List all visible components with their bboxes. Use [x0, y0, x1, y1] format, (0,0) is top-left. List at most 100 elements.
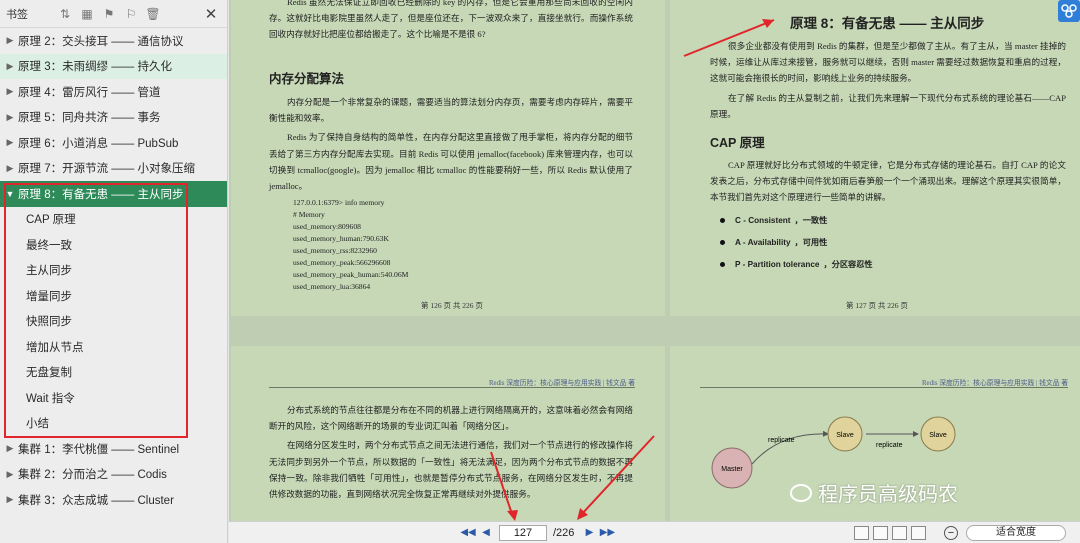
expand-arrow-icon[interactable]: ▶	[2, 494, 18, 505]
expand-arrow-icon[interactable]: ▶	[2, 443, 18, 454]
bookmark-item[interactable]: ▶ 集群 3：众志成城 —— Cluster	[0, 487, 227, 513]
next-page-icon[interactable]: ▶	[582, 526, 596, 540]
zoom-select[interactable]: 适合宽度	[966, 524, 1066, 541]
expand-arrow-icon[interactable]: ▶	[2, 86, 18, 97]
watermark-text: 程序员高级码农	[818, 484, 958, 506]
bookmark-item[interactable]: ▶ 原理 3：未雨绸缪 —— 持久化	[0, 53, 227, 79]
bookmark-subitem[interactable]: Wait 指令	[0, 385, 227, 411]
bookmark-subitem[interactable]: 无盘复制	[0, 360, 227, 386]
bookmark-item[interactable]: ▶ 集群 1：李代桃僵 —— Sentinel	[0, 436, 227, 462]
bookmark-subitem[interactable]: 最终一致	[0, 232, 227, 258]
delete-icon[interactable]: 🗑	[142, 5, 164, 23]
page-number-input[interactable]: 127	[499, 524, 547, 541]
paragraph: Redis 虽然无法保证立即回收已经删除的 key 的内存，但是它会重用那些尚未…	[269, 0, 633, 40]
expand-all-icon[interactable]: ⇅	[54, 5, 76, 23]
section-heading: 内存分配算法	[269, 72, 345, 86]
code-line: used_memory_peak:566296608	[293, 258, 391, 267]
bullet-value: ，可用性	[794, 238, 828, 247]
bullet-list: C - Consistent ，一致性 A - Availability ，可用性 …	[714, 209, 873, 275]
bookmark-item[interactable]: ▶ 集群 2：分而治之 —— Codis	[0, 462, 227, 488]
bookmark-item[interactable]: ▶ 原理 7：开源节流 —— 小对象压缩	[0, 156, 227, 182]
paragraph: Redis 为了保持自身结构的简单性，在内存分配这里直接做了甩手掌柜，将内存分配…	[269, 132, 633, 192]
bookmark-item[interactable]: ▶ 原理 4：雷厉风行 —— 管道	[0, 79, 227, 105]
paragraph: 在网络分区发生时，两个分布式节点之间无法进行通信，我们对一个节点进行的修改操作将…	[269, 440, 633, 500]
code-line: used_memory_rss:8232960	[293, 246, 377, 255]
expand-arrow-icon[interactable]: ▶	[2, 35, 18, 46]
bookmark-item[interactable]: ▶ 原理 2：交头接耳 —— 通信协议	[0, 28, 227, 54]
code-line: used_memory_peak_human:540.06M	[293, 270, 409, 279]
double-page-view-icon[interactable]	[873, 525, 888, 540]
bookmark-label: 原理 8：有备无患 —— 主从同步	[18, 188, 184, 201]
pdf-page-126: Redis 虽然无法保证立即回收已经删除的 key 的内存，但是它会重用那些尚未…	[231, 0, 665, 316]
bookmark-subitem[interactable]: 主从同步	[0, 258, 227, 284]
slave-label: Slave	[836, 432, 854, 439]
bookmark-sidebar: 书签 ⇅ ▦ ⚑ ⚐ 🗑 ✕ ▶ 原理 2：交头接耳 —— 通信协议 ▶ 原理 3：…	[0, 0, 228, 543]
bookmark-label: 原理 6：小道消息 —— PubSub	[18, 137, 179, 150]
code-line: used_memory:809608	[293, 222, 361, 231]
bookmark-label: 原理 3：未雨绸缪 —— 持久化	[18, 61, 172, 74]
expand-arrow-icon[interactable]: ▶	[2, 469, 18, 480]
bookmark-subitem[interactable]: 快照同步	[0, 309, 227, 335]
bullet-icon	[720, 217, 725, 223]
bullet-icon	[720, 239, 725, 245]
collapse-all-icon[interactable]: ▦	[76, 5, 98, 23]
continuous-view-icon[interactable]	[892, 525, 907, 540]
first-page-icon[interactable]: ◀◀	[460, 526, 475, 540]
header-rule	[269, 387, 635, 388]
paragraph: 分布式系统的节点往往都是分布在不同的机器上进行网络隔离开的，这意味着必然会有网络…	[269, 405, 633, 432]
bookmark-list: ▶ 原理 2：交头接耳 —— 通信协议 ▶ 原理 3：未雨绸缪 —— 持久化 ▶ 原理…	[0, 28, 227, 513]
expand-arrow-icon[interactable]: ▶	[2, 61, 18, 72]
bookmark-label: 集群 3：众志成城 —— Cluster	[18, 494, 174, 507]
status-bar: ◀◀ ◀ 127 /226 ▶ ▶▶ − 适合宽度	[229, 521, 1080, 543]
expand-arrow-icon[interactable]: ▶	[2, 163, 18, 174]
paragraph: 在了解 Redis 的主从复制之前，让我们先来理解一下现代分布式系统的理论基石—…	[710, 92, 1066, 119]
bookmark-icon[interactable]: ⚑	[98, 5, 120, 23]
bookmark-subitem[interactable]: CAP 原理	[0, 207, 227, 233]
last-page-icon[interactable]: ▶▶	[600, 526, 615, 540]
sidebar-title: 书签	[6, 8, 28, 21]
expand-arrow-icon[interactable]: ▶	[2, 137, 18, 148]
code-line: used_memory_human:790.63K	[293, 234, 389, 243]
page-navigation: ◀◀ ◀ 127 /226 ▶ ▶▶	[460, 524, 615, 541]
paragraph: CAP 原理就好比分布式领域的牛顿定律，它是分布式存储的理论基石。自打 CAP …	[710, 160, 1066, 203]
chapter-title: 原理 8：有备无患 —— 主从同步	[790, 16, 985, 31]
bookmark-label: 原理 5：同舟共济 —— 事务	[18, 112, 161, 125]
bullet-item: P - Partition tolerance ，分区容忍性	[714, 253, 873, 275]
bookmark-add-icon[interactable]: ⚐	[120, 5, 142, 23]
sidebar-header: 书签 ⇅ ▦ ⚑ ⚐ 🗑 ✕	[0, 0, 227, 28]
watermark: 程序员高级码农	[790, 478, 958, 507]
running-header: Redis 深度历险：核心原理与应用实践 | 钱文品 著	[489, 380, 635, 387]
replicate-label: replicate	[768, 437, 795, 444]
code-line: 127.0.0.1:6379> info memory	[293, 198, 385, 207]
bookmark-subitem[interactable]: 增加从节点	[0, 334, 227, 360]
bookmark-subitem[interactable]: 小结	[0, 411, 227, 437]
collapse-arrow-icon[interactable]: ▼	[2, 189, 18, 199]
prev-page-icon[interactable]: ◀	[479, 526, 493, 540]
code-line: used_memory_lua:36864	[293, 282, 371, 291]
bullet-icon	[720, 261, 725, 267]
view-controls: − 适合宽度	[854, 524, 1080, 541]
pdf-page-127: 原理 8：有备无患 —— 主从同步 很多企业都没有使用到 Redis 的集群，但…	[670, 0, 1080, 316]
pdf-page-129: Redis 深度历险：核心原理与应用实践 | 钱文品 著 Master Slav…	[670, 346, 1080, 521]
bookmark-label: 原理 7：开源节流 —— 小对象压缩	[18, 163, 195, 176]
close-sidebar-icon[interactable]: ✕	[201, 5, 221, 23]
bullet-item: C - Consistent ，一致性	[714, 209, 873, 231]
expand-arrow-icon[interactable]: ▶	[2, 112, 18, 123]
bullet-value: ，一致性	[794, 216, 828, 225]
single-page-view-icon[interactable]	[854, 525, 869, 540]
book-view-icon[interactable]	[911, 525, 926, 540]
app-corner-icon[interactable]	[1058, 0, 1080, 22]
page-number: 第 127 页 共 226 页	[846, 301, 908, 310]
document-viewport[interactable]: Redis 虽然无法保证立即回收已经删除的 key 的内存，但是它会重用那些尚未…	[229, 0, 1080, 521]
paragraph: 内存分配是一个非常复杂的课题，需要适当的算法划分内存页，需要考虑内存碎片，需要平…	[269, 97, 633, 124]
total-pages: /226	[553, 526, 575, 539]
bookmark-item[interactable]: ▶ 原理 6：小道消息 —— PubSub	[0, 130, 227, 156]
paragraph: 很多企业都没有使用到 Redis 的集群，但是至少都做了主从。有了主从，当 ma…	[710, 41, 1066, 84]
bullet-key: A - Availability	[735, 237, 791, 247]
bookmark-label: 集群 1：李代桃僵 —— Sentinel	[18, 443, 180, 456]
zoom-out-icon[interactable]: −	[944, 525, 958, 540]
code-block: 127.0.0.1:6379> info memory # Memory use…	[269, 197, 408, 293]
bookmark-item[interactable]: ▶ 原理 5：同舟共济 —— 事务	[0, 105, 227, 131]
bookmark-item-active[interactable]: ▼ 原理 8：有备无患 —— 主从同步	[0, 181, 227, 207]
bookmark-subitem[interactable]: 增量同步	[0, 283, 227, 309]
